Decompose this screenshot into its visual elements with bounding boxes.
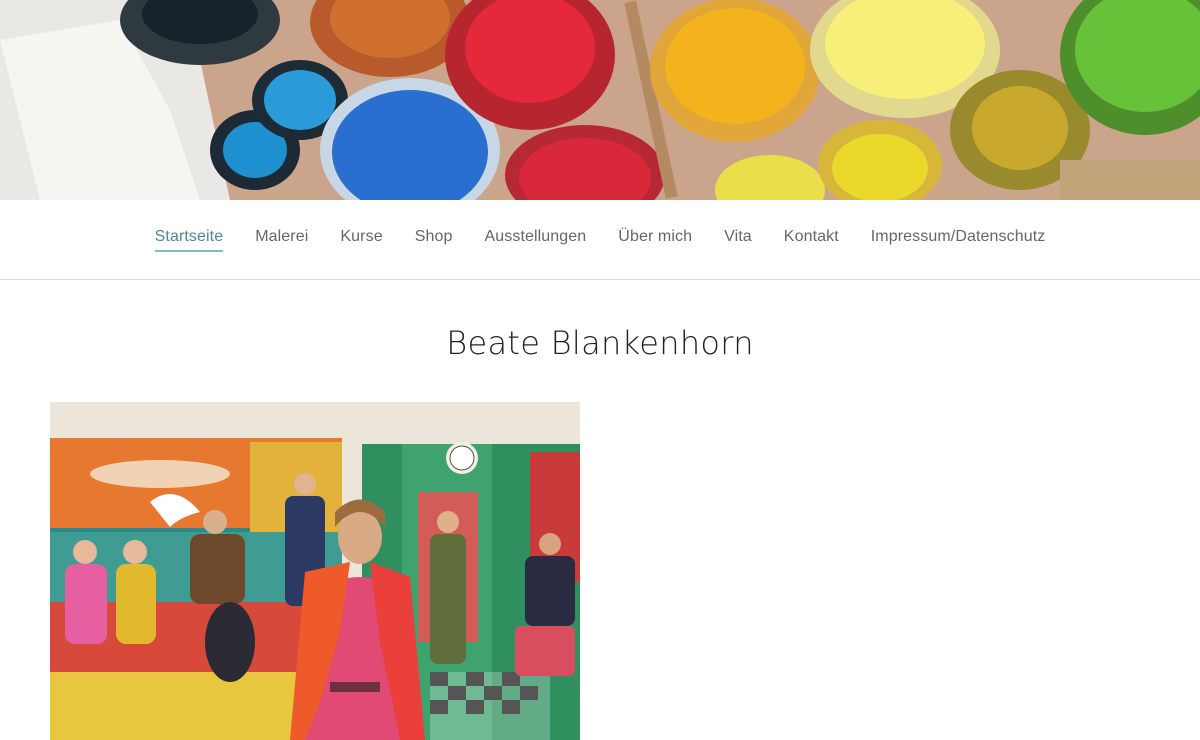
nav-item-shop[interactable]: Shop [415,228,453,252]
nav-item-vita[interactable]: Vita [724,228,752,252]
nav-item-kurse[interactable]: Kurse [340,228,382,252]
nav-item-kontakt[interactable]: Kontakt [784,228,839,252]
page-title: Beate Blankenhorn [446,324,754,362]
nav-item-ausstellungen[interactable]: Ausstellungen [484,228,586,252]
artist-with-paintings-illustration [50,402,580,740]
nav-item-ueber-mich[interactable]: Über mich [618,228,692,252]
main-content: Beate Blankenhorn [0,322,1200,740]
artist-photo [50,402,580,740]
pigment-jars-illustration [0,0,1200,200]
header-banner-image [0,0,1200,200]
nav-item-startseite[interactable]: Startseite [154,228,224,252]
main-navigation: Startseite Malerei Kurse Shop Ausstellun… [0,200,1200,280]
nav-item-malerei[interactable]: Malerei [255,228,308,252]
nav-item-impressum-datenschutz[interactable]: Impressum/Datenschutz [871,228,1046,252]
